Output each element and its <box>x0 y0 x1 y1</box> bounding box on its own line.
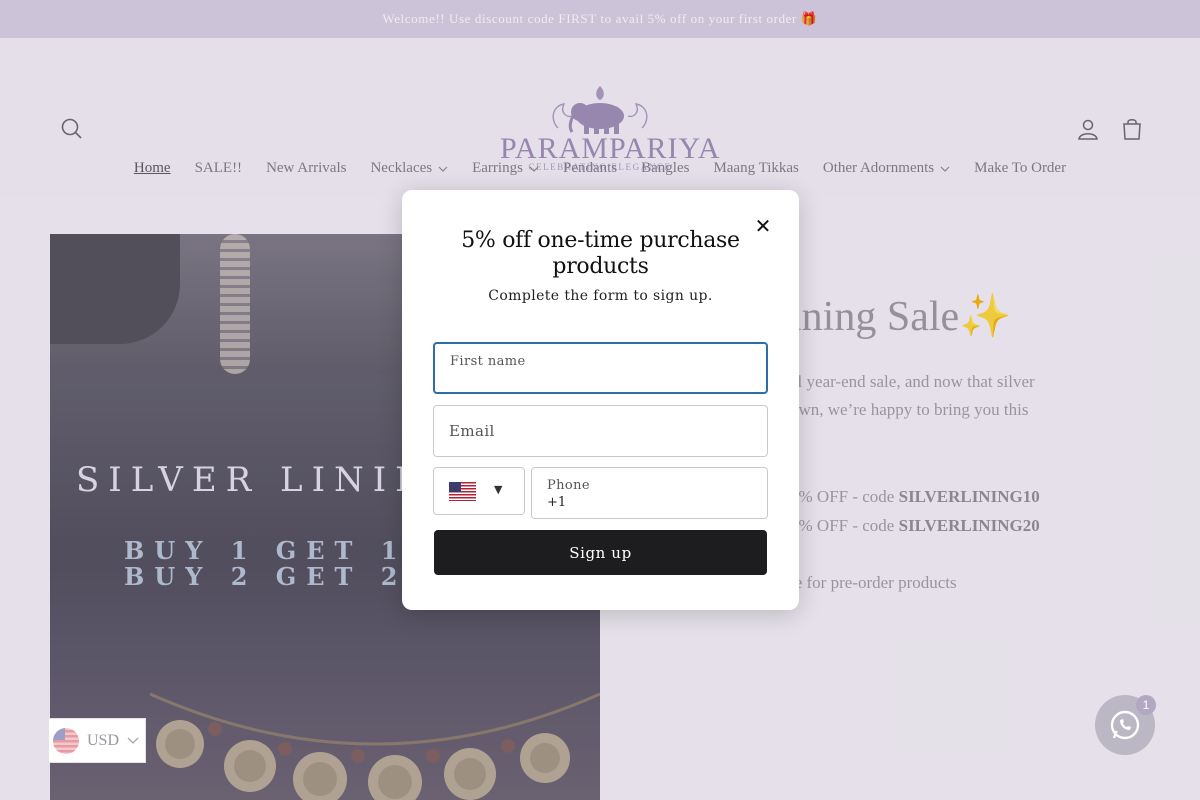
chevron-down-icon <box>127 734 139 747</box>
phone-field[interactable]: Phone +1 <box>531 467 768 519</box>
signup-modal: ✕ 5% off one-time purchase products Comp… <box>402 190 799 610</box>
email-field[interactable]: Email <box>433 405 768 457</box>
us-flag-icon <box>449 482 476 501</box>
currency-selector[interactable]: USD <box>48 718 146 763</box>
modal-title: 5% off one-time purchase products <box>461 228 740 279</box>
sign-up-button[interactable]: Sign up <box>434 530 767 575</box>
chat-button[interactable]: 1 <box>1095 695 1156 755</box>
country-code-select[interactable]: ▼ <box>433 467 525 515</box>
us-flag-icon <box>53 727 79 754</box>
chevron-down-icon: ▼ <box>494 483 503 496</box>
currency-code: USD <box>87 731 120 749</box>
email-label: Email <box>449 422 495 440</box>
whatsapp-icon <box>1110 710 1140 740</box>
first-name-field[interactable]: First name <box>433 342 768 394</box>
phone-label: Phone <box>547 478 591 493</box>
first-name-label: First name <box>450 354 526 369</box>
phone-value: +1 <box>547 495 567 510</box>
modal-subtitle: Complete the form to sign up. <box>488 288 713 304</box>
chat-badge: 1 <box>1136 695 1156 715</box>
